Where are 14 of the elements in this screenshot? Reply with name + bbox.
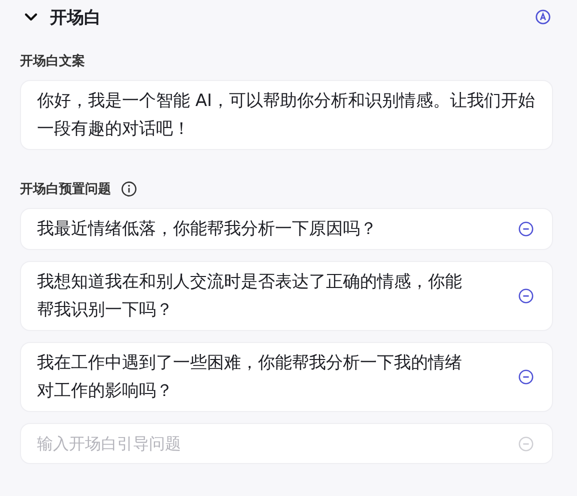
letter-circle-icon[interactable]	[535, 9, 551, 25]
remove-icon[interactable]	[518, 221, 534, 237]
field-label: 开场白文案	[20, 52, 86, 70]
question-text: 我最近情绪低落，你能帮我分析一下原因吗？	[37, 218, 378, 241]
section-title: 开场白	[50, 6, 101, 28]
input-box[interactable]: 输入开场白引导问题	[20, 423, 553, 464]
question-text: 我在工作中遇到了一些困难，你能帮我分析一下我的情绪对工作的影响吗？	[37, 352, 463, 403]
remove-icon[interactable]	[518, 369, 534, 385]
question-text: 我想知道我在和别人交流时是否表达了正确的情感，你能帮我识别一下吗？	[37, 271, 463, 322]
info-icon[interactable]	[121, 181, 137, 197]
question-input-field[interactable]: 输入开场白引导问题	[37, 430, 518, 457]
field-label: 开场白预置问题	[20, 181, 111, 198]
remove-icon[interactable]	[518, 288, 534, 304]
opening-text-field[interactable]: 你好，我是一个智能 AI，可以帮助你分析和识别情感。让我们开始一段有趣的对话吧！	[20, 80, 553, 150]
